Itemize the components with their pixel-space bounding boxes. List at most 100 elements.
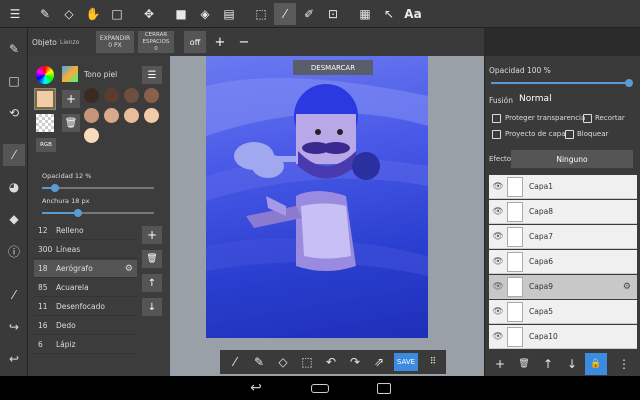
fill-square-icon[interactable]: ■ bbox=[170, 3, 192, 25]
add-layer-icon[interactable]: + bbox=[489, 353, 511, 375]
menu-icon[interactable]: ☰ bbox=[4, 3, 26, 25]
magic-wand-icon[interactable]: ⁄ bbox=[274, 3, 296, 25]
crop-checkbox[interactable] bbox=[583, 114, 592, 123]
grid-menu-icon[interactable]: ⠿ bbox=[422, 351, 444, 373]
recents-icon[interactable] bbox=[372, 379, 396, 397]
color-wheel-icon[interactable] bbox=[36, 66, 54, 84]
undo-icon[interactable]: ↩ bbox=[3, 348, 25, 370]
info-icon[interactable]: ⓘ bbox=[3, 240, 25, 262]
expand-button[interactable]: EXPANDIR 0 PX bbox=[96, 31, 134, 53]
increase-button[interactable]: + bbox=[210, 31, 230, 53]
delete-brush-button[interactable]: 🗑 bbox=[142, 250, 162, 268]
brush-item[interactable]: 12 Relleno bbox=[34, 222, 137, 240]
lock-checkbox[interactable] bbox=[565, 130, 574, 139]
layer-more-icon[interactable]: ⋮ bbox=[613, 353, 635, 375]
back-icon[interactable]: ↩ bbox=[244, 379, 268, 397]
layer-row[interactable]: 👁 Capa9 ⚙ bbox=[489, 275, 637, 299]
eye-icon[interactable]: 👁 bbox=[489, 307, 507, 317]
opacity-slider-knob[interactable] bbox=[51, 184, 59, 192]
eraser-tool-icon[interactable]: ◇ bbox=[272, 351, 294, 373]
pen-tool-icon[interactable]: ✎ bbox=[248, 351, 270, 373]
pen-icon[interactable]: ✎ bbox=[34, 3, 56, 25]
width-slider-knob[interactable] bbox=[74, 209, 82, 217]
export-icon[interactable]: ⇗ bbox=[368, 351, 390, 373]
delete-color-button[interactable]: 🗑 bbox=[62, 114, 80, 132]
decrease-button[interactable]: − bbox=[234, 31, 254, 53]
eyedropper-tool-icon[interactable]: ⁄ bbox=[224, 351, 246, 373]
edit-selection-icon[interactable]: ✐ bbox=[298, 3, 320, 25]
palette-grid-icon[interactable] bbox=[62, 66, 78, 82]
eye-icon[interactable]: 👁 bbox=[489, 332, 507, 342]
drawing-canvas[interactable] bbox=[206, 56, 428, 338]
layer-row[interactable]: 👁 Capa5 bbox=[489, 300, 637, 324]
close-gaps-button[interactable]: CERRAR ESPACIOS 0 bbox=[138, 31, 174, 53]
brush-item[interactable]: 18 Aerógrafo ⚙ bbox=[34, 260, 137, 278]
layer-down-icon[interactable]: ↓ bbox=[561, 353, 583, 375]
color-swatch[interactable] bbox=[84, 128, 99, 143]
color-swatch[interactable] bbox=[124, 108, 139, 123]
layer-project-checkbox[interactable] bbox=[492, 130, 501, 139]
layer-row[interactable]: 👁 Capa6 bbox=[489, 250, 637, 274]
eye-icon[interactable]: 👁 bbox=[489, 232, 507, 242]
object-select[interactable]: Lienzo bbox=[60, 39, 79, 46]
eyedropper-icon[interactable]: ⁄ bbox=[3, 284, 25, 306]
move-icon[interactable]: ✥ bbox=[138, 3, 160, 25]
home-icon[interactable] bbox=[308, 379, 332, 397]
transform-selection-icon[interactable]: ⊡ bbox=[322, 3, 344, 25]
deselect-button[interactable]: DESMARCAR bbox=[293, 60, 373, 75]
add-brush-button[interactable]: + bbox=[142, 226, 162, 244]
eye-icon[interactable]: 👁 bbox=[489, 282, 507, 292]
layer-opacity-knob[interactable] bbox=[625, 79, 633, 87]
layer-row[interactable]: 👁 Capa1 bbox=[489, 175, 637, 199]
color-swatch[interactable] bbox=[104, 88, 119, 103]
layers-stamp-icon[interactable]: ▦ bbox=[354, 3, 376, 25]
text-tool-icon[interactable]: Aa bbox=[402, 3, 424, 25]
rotate-icon[interactable]: ⟲ bbox=[3, 102, 25, 124]
brush-settings-icon[interactable]: ⚙ bbox=[125, 264, 133, 274]
color-swatch[interactable] bbox=[144, 88, 159, 103]
undo-canvas-icon[interactable]: ↶ bbox=[320, 351, 342, 373]
brush-item[interactable]: 11 Desenfocado bbox=[34, 298, 137, 316]
brush-item[interactable]: 6 Lápiz bbox=[34, 336, 137, 354]
palette-list-icon[interactable]: ☰ bbox=[142, 66, 162, 84]
save-button[interactable]: SAVE bbox=[394, 353, 418, 371]
canvas-area[interactable]: DESMARCAR ⁄ ✎ ◇ ⬚ ↶ ↷ ⇗ SAVE ⠿ bbox=[170, 56, 484, 376]
color-swatch[interactable] bbox=[84, 88, 99, 103]
select-rect-icon[interactable]: ⬚ bbox=[250, 3, 272, 25]
blend-mode-select[interactable]: Normal bbox=[519, 94, 552, 104]
share-icon[interactable]: ↪ bbox=[3, 316, 25, 338]
palette-icon[interactable]: ◕ bbox=[3, 176, 25, 198]
cursor-icon[interactable]: ↖ bbox=[378, 3, 400, 25]
layers-icon[interactable]: ◆ bbox=[3, 208, 25, 230]
eraser-icon[interactable]: ◇ bbox=[58, 3, 80, 25]
layer-up-icon[interactable]: ↑ bbox=[537, 353, 559, 375]
layer-row[interactable]: 👁 Capa7 bbox=[489, 225, 637, 249]
protect-transparency-checkbox[interactable] bbox=[492, 114, 501, 123]
layer-row[interactable]: 👁 Capa8 bbox=[489, 200, 637, 224]
eye-icon[interactable]: 👁 bbox=[489, 207, 507, 217]
redo-canvas-icon[interactable]: ↷ bbox=[344, 351, 366, 373]
rect-select-icon[interactable]: □ bbox=[106, 3, 128, 25]
eye-icon[interactable]: 👁 bbox=[489, 182, 507, 192]
add-color-button[interactable]: + bbox=[62, 90, 80, 108]
gradient-icon[interactable]: ▤ bbox=[218, 3, 240, 25]
color-swatch[interactable] bbox=[124, 88, 139, 103]
edit-icon[interactable]: ✎ bbox=[3, 38, 25, 60]
square-icon[interactable]: □ bbox=[3, 70, 25, 92]
brush-panel-icon[interactable]: ⁄ bbox=[3, 144, 25, 166]
rgb-button[interactable]: RGB bbox=[36, 138, 56, 152]
brush-item[interactable]: 16 Dedo bbox=[34, 317, 137, 335]
color-swatch[interactable] bbox=[84, 108, 99, 123]
hand-icon[interactable]: ✋ bbox=[82, 3, 104, 25]
selection-off-icon[interactable]: ⬚ bbox=[296, 351, 318, 373]
layer-row[interactable]: 👁 Capa10 bbox=[489, 325, 637, 349]
color-swatch[interactable] bbox=[144, 108, 159, 123]
move-brush-down-button[interactable]: ↓ bbox=[142, 298, 162, 316]
lock-layer-icon[interactable]: 🔒 bbox=[585, 353, 607, 375]
brush-item[interactable]: 85 Acuarela bbox=[34, 279, 137, 297]
off-toggle[interactable]: off bbox=[184, 31, 206, 53]
delete-layer-icon[interactable]: 🗑 bbox=[513, 353, 535, 375]
layer-settings-icon[interactable]: ⚙ bbox=[623, 282, 631, 292]
eye-icon[interactable]: 👁 bbox=[489, 257, 507, 267]
effect-select[interactable]: Ninguno bbox=[511, 150, 633, 168]
